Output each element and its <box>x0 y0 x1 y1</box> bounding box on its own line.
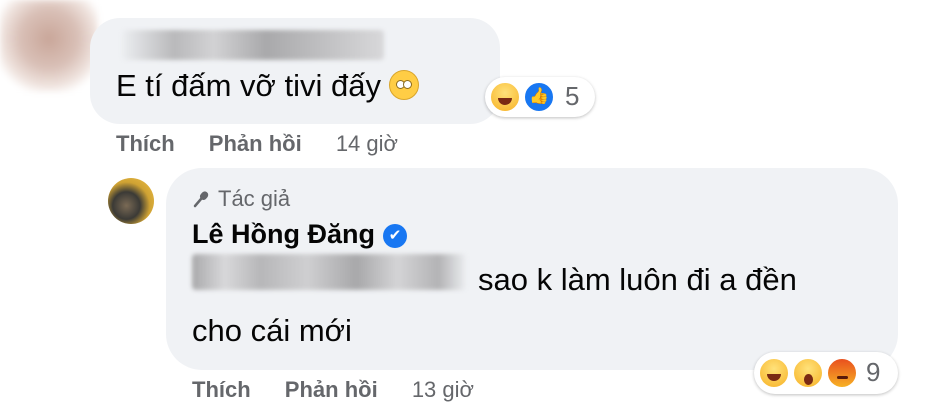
reply-text-line2: cho cái mới <box>192 313 352 348</box>
comment-text: E tí đấm vỡ tivi đấy <box>116 64 419 108</box>
like-reaction-icon: 👍 <box>523 81 555 113</box>
reply-reaction-count: 9 <box>866 357 881 387</box>
timestamp[interactable]: 13 giờ <box>412 377 474 402</box>
author-name-text[interactable]: Lê Hồng Đăng <box>192 219 375 249</box>
eye-roll-emoji-icon <box>388 70 419 100</box>
reply-actions: Thích Phản hồi 13 giờ <box>192 377 502 403</box>
haha-reaction-icon <box>489 81 521 113</box>
author-badge-label: Tác giả <box>218 186 291 211</box>
microphone-icon <box>193 191 209 208</box>
reply-link[interactable]: Phản hồi <box>209 131 302 156</box>
reaction-summary[interactable]: 👍 5 <box>485 77 595 117</box>
author-badge: Tác giả <box>192 186 290 212</box>
comment-text-content: E tí đấm vỡ tivi đấy <box>116 68 381 103</box>
reply-link[interactable]: Phản hồi <box>285 377 378 402</box>
reply-reaction-summary[interactable]: 9 <box>754 352 898 394</box>
author-name[interactable]: Lê Hồng Đăng ✔ <box>192 219 407 250</box>
like-link[interactable]: Thích <box>192 377 251 402</box>
comment-actions: Thích Phản hồi 14 giờ <box>116 131 426 157</box>
haha-reaction-icon <box>758 357 790 389</box>
commenter-name-blurred[interactable] <box>122 30 384 60</box>
timestamp[interactable]: 14 giờ <box>336 131 398 156</box>
angry-reaction-icon <box>826 357 858 389</box>
commenter-avatar-blurred[interactable] <box>0 0 98 92</box>
wow-reaction-icon <box>792 357 824 389</box>
verified-badge-icon: ✔ <box>383 224 407 248</box>
author-avatar[interactable] <box>108 178 154 224</box>
reply-text-line1: sao k làm luôn đi a đền <box>478 262 797 297</box>
mentioned-name-blurred[interactable] <box>192 254 466 290</box>
reaction-count: 5 <box>565 81 580 111</box>
like-link[interactable]: Thích <box>116 131 175 156</box>
